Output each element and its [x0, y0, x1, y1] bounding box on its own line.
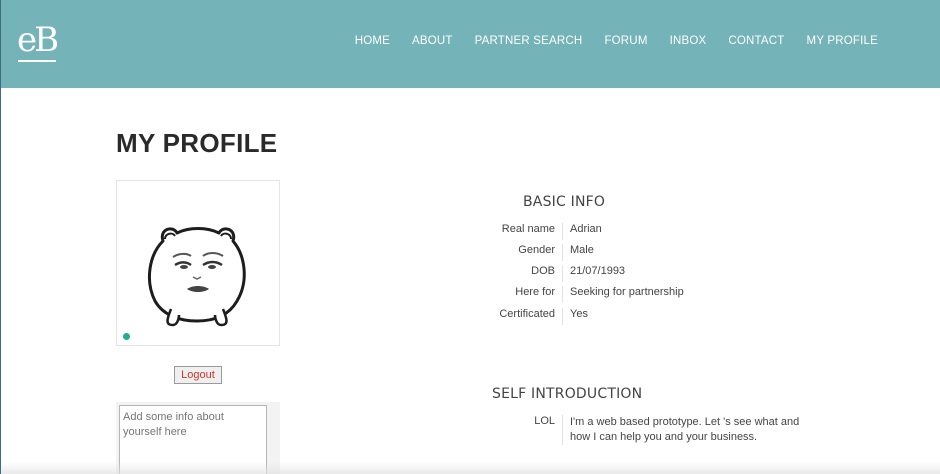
- site-logo[interactable]: eB: [17, 18, 59, 64]
- info-label: Real name: [501, 223, 555, 235]
- info-row-gender: Gender Male: [441, 244, 861, 265]
- page-title: MY PROFILE: [116, 128, 278, 158]
- info-divider: [562, 286, 563, 303]
- info-label: DOB: [531, 265, 555, 277]
- nav-partner-search[interactable]: PARTNER SEARCH: [475, 35, 583, 47]
- app-window: eB HOME ABOUT PARTNER SEARCH FORUM INBOX…: [0, 0, 940, 474]
- bottom-shadow: [1, 462, 940, 474]
- info-value: Male: [570, 244, 594, 256]
- info-label: Gender: [518, 244, 555, 256]
- self-intro-title: SELF INTRODUCTION: [492, 386, 643, 402]
- logo-text: eB: [17, 20, 59, 60]
- info-divider: [562, 223, 563, 240]
- basic-info-title: BASIC INFO: [523, 194, 606, 210]
- nav-about[interactable]: ABOUT: [412, 35, 453, 47]
- logo-underline: [18, 60, 56, 62]
- nav-home[interactable]: HOME: [355, 35, 390, 47]
- main-nav: HOME ABOUT PARTNER SEARCH FORUM INBOX CO…: [333, 35, 878, 47]
- info-value: Yes: [570, 308, 588, 320]
- info-row-real-name: Real name Adrian: [441, 223, 861, 244]
- info-value: 21/07/1993: [570, 265, 626, 277]
- info-label: Certificated: [499, 308, 555, 320]
- nav-forum[interactable]: FORUM: [604, 35, 647, 47]
- info-value: Seeking for partnership: [570, 286, 684, 298]
- nav-my-profile[interactable]: MY PROFILE: [807, 35, 878, 47]
- info-value: Adrian: [570, 223, 602, 235]
- top-header: eB HOME ABOUT PARTNER SEARCH FORUM INBOX…: [1, 0, 940, 88]
- info-row-self-intro: LOL I'm a web based prototype. Let 's se…: [441, 415, 861, 449]
- logout-button[interactable]: Logout: [174, 366, 222, 384]
- avatar-card: [116, 180, 280, 346]
- info-row-certificated: Certificated Yes: [441, 308, 861, 329]
- info-divider: [562, 415, 563, 445]
- info-divider: [562, 265, 563, 282]
- info-divider: [562, 308, 563, 325]
- info-label: LOL: [534, 415, 555, 427]
- info-divider: [562, 244, 563, 261]
- avatar-cartoon-image: [148, 227, 246, 327]
- info-label: Here for: [515, 286, 555, 298]
- info-row-dob: DOB 21/07/1993: [441, 265, 861, 286]
- nav-inbox[interactable]: INBOX: [670, 35, 707, 47]
- info-row-here-for: Here for Seeking for partnership: [441, 286, 861, 307]
- nav-contact[interactable]: CONTACT: [728, 35, 784, 47]
- online-status-dot-icon: [123, 333, 130, 340]
- self-intro-text: I'm a web based prototype. Let 's see wh…: [570, 416, 800, 443]
